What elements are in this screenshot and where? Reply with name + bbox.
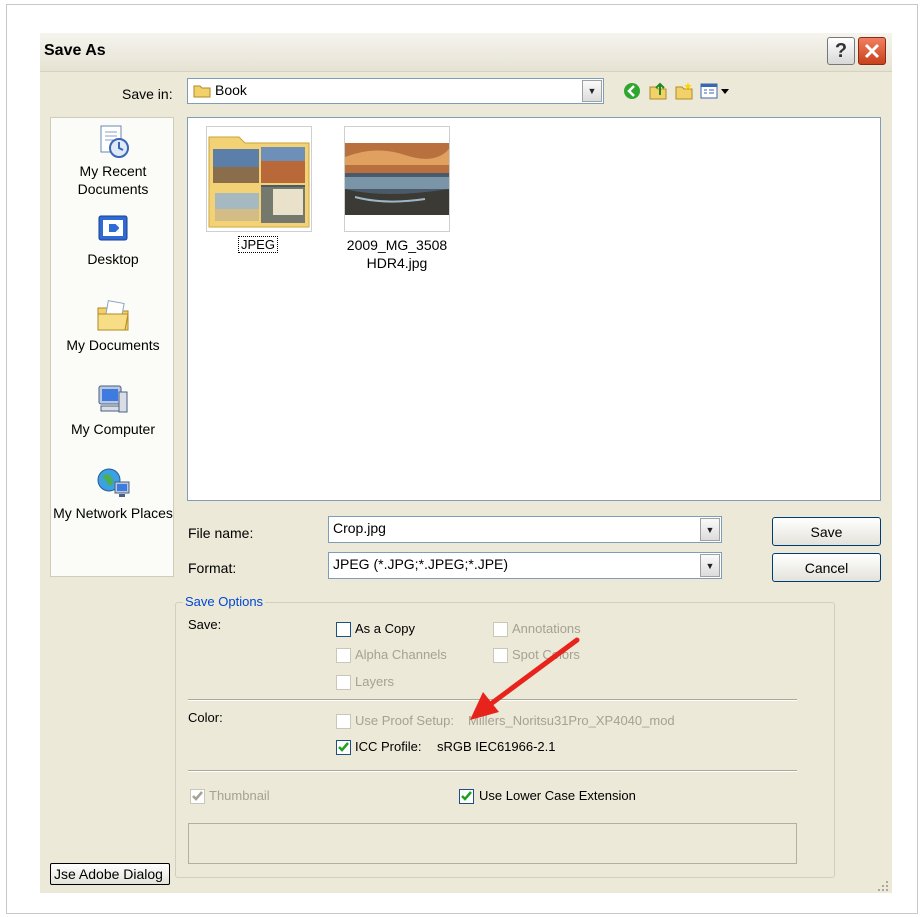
- annotation-arrow-icon: [470, 637, 580, 720]
